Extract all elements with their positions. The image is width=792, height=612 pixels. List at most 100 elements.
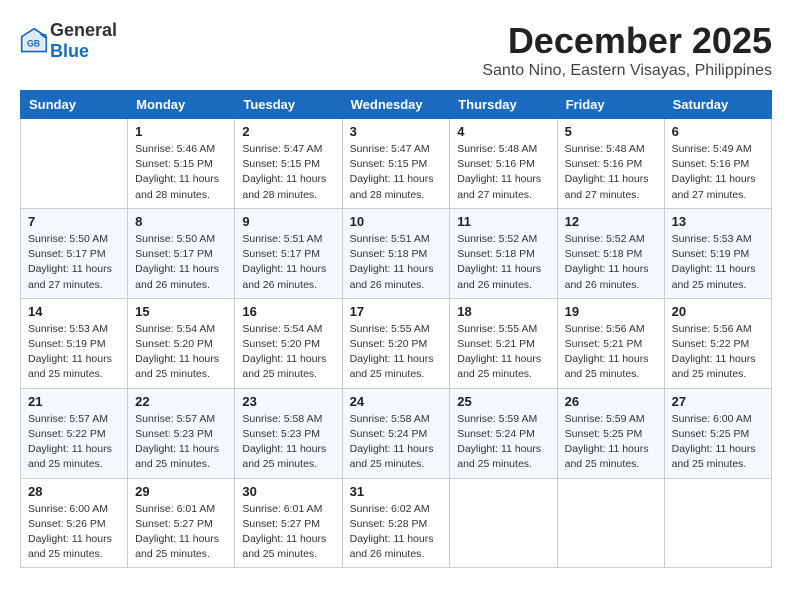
logo-general-text: General <box>50 20 117 40</box>
day-number: 23 <box>242 394 334 409</box>
svg-text:GB: GB <box>27 38 40 48</box>
calendar-header-row: SundayMondayTuesdayWednesdayThursdayFrid… <box>21 91 772 119</box>
day-number: 10 <box>350 214 443 229</box>
day-number: 11 <box>457 214 549 229</box>
calendar-cell: 23Sunrise: 5:58 AMSunset: 5:23 PMDayligh… <box>235 388 342 478</box>
cell-details: Sunrise: 5:50 AMSunset: 5:17 PMDaylight:… <box>28 232 120 293</box>
calendar-cell: 12 Sunrise: 5:52 AMSunset: 5:18 PMDayligh… <box>557 208 664 298</box>
calendar-cell: 27 Sunrise: 6:00 AMSunset: 5:25 PMDayligh… <box>664 388 771 478</box>
calendar-cell: 7 Sunrise: 5:50 AMSunset: 5:17 PMDaylight… <box>21 208 128 298</box>
logo-blue-text: Blue <box>50 41 89 61</box>
day-number: 4 <box>457 124 549 139</box>
cell-details: Sunrise: 5:47 AMSunset: 5:15 PMDaylight:… <box>350 142 443 203</box>
weekday-header-wednesday: Wednesday <box>342 91 450 119</box>
title-block: December 2025 Santo Nino, Eastern Visaya… <box>482 20 772 80</box>
calendar-cell: 18 Sunrise: 5:55 AMSunset: 5:21 PMDayligh… <box>450 298 557 388</box>
calendar-cell <box>664 478 771 568</box>
day-number: 27 <box>672 394 764 409</box>
weekday-header-saturday: Saturday <box>664 91 771 119</box>
day-number: 31 <box>350 484 443 499</box>
logo-icon: GB <box>20 27 48 55</box>
calendar-cell: 11 Sunrise: 5:52 AMSunset: 5:18 PMDayligh… <box>450 208 557 298</box>
calendar-week-row: 21 Sunrise: 5:57 AMSunset: 5:22 PMDayligh… <box>21 388 772 478</box>
day-number: 16 <box>242 304 334 319</box>
day-number: 3 <box>350 124 443 139</box>
calendar-cell: 14 Sunrise: 5:53 AMSunset: 5:19 PMDayligh… <box>21 298 128 388</box>
calendar-cell: 1 Sunrise: 5:46 AMSunset: 5:15 PMDaylight… <box>128 119 235 209</box>
month-year-title: December 2025 <box>482 20 772 62</box>
day-number: 24 <box>350 394 443 409</box>
cell-details: Sunrise: 5:53 AMSunset: 5:19 PMDaylight:… <box>672 232 764 293</box>
day-number: 14 <box>28 304 120 319</box>
calendar-cell: 24Sunrise: 5:58 AMSunset: 5:24 PMDayligh… <box>342 388 450 478</box>
day-number: 28 <box>28 484 120 499</box>
cell-details: Sunrise: 6:02 AMSunset: 5:28 PMDaylight:… <box>350 502 443 563</box>
calendar-cell: 5 Sunrise: 5:48 AMSunset: 5:16 PMDaylight… <box>557 119 664 209</box>
cell-details: Sunrise: 5:56 AMSunset: 5:21 PMDaylight:… <box>565 322 657 383</box>
cell-details: Sunrise: 6:00 AMSunset: 5:26 PMDaylight:… <box>28 502 120 563</box>
calendar-week-row: 28 Sunrise: 6:00 AMSunset: 5:26 PMDayligh… <box>21 478 772 568</box>
cell-details: Sunrise: 5:52 AMSunset: 5:18 PMDaylight:… <box>565 232 657 293</box>
calendar-cell: 31 Sunrise: 6:02 AMSunset: 5:28 PMDayligh… <box>342 478 450 568</box>
calendar-cell: 19 Sunrise: 5:56 AMSunset: 5:21 PMDayligh… <box>557 298 664 388</box>
cell-details: Sunrise: 5:54 AMSunset: 5:20 PMDaylight:… <box>135 322 227 383</box>
day-number: 15 <box>135 304 227 319</box>
calendar-cell: 6Sunrise: 5:49 AMSunset: 5:16 PMDaylight… <box>664 119 771 209</box>
day-number: 7 <box>28 214 120 229</box>
cell-details: Sunrise: 5:52 AMSunset: 5:18 PMDaylight:… <box>457 232 549 293</box>
cell-details: Sunrise: 5:48 AMSunset: 5:16 PMDaylight:… <box>457 142 549 203</box>
day-number: 19 <box>565 304 657 319</box>
calendar-table: SundayMondayTuesdayWednesdayThursdayFrid… <box>20 90 772 568</box>
cell-details: Sunrise: 6:01 AMSunset: 5:27 PMDaylight:… <box>242 502 334 563</box>
calendar-cell: 10Sunrise: 5:51 AMSunset: 5:18 PMDayligh… <box>342 208 450 298</box>
weekday-header-monday: Monday <box>128 91 235 119</box>
calendar-week-row: 14 Sunrise: 5:53 AMSunset: 5:19 PMDayligh… <box>21 298 772 388</box>
calendar-cell: 29Sunrise: 6:01 AMSunset: 5:27 PMDayligh… <box>128 478 235 568</box>
calendar-cell: 4 Sunrise: 5:48 AMSunset: 5:16 PMDaylight… <box>450 119 557 209</box>
cell-details: Sunrise: 6:01 AMSunset: 5:27 PMDaylight:… <box>135 502 227 563</box>
cell-details: Sunrise: 5:51 AMSunset: 5:17 PMDaylight:… <box>242 232 334 293</box>
calendar-week-row: 1 Sunrise: 5:46 AMSunset: 5:15 PMDaylight… <box>21 119 772 209</box>
day-number: 8 <box>135 214 227 229</box>
calendar-cell: 21 Sunrise: 5:57 AMSunset: 5:22 PMDayligh… <box>21 388 128 478</box>
cell-details: Sunrise: 5:46 AMSunset: 5:15 PMDaylight:… <box>135 142 227 203</box>
day-number: 12 <box>565 214 657 229</box>
calendar-cell <box>21 119 128 209</box>
calendar-cell: 20 Sunrise: 5:56 AMSunset: 5:22 PMDayligh… <box>664 298 771 388</box>
weekday-header-sunday: Sunday <box>21 91 128 119</box>
day-number: 5 <box>565 124 657 139</box>
cell-details: Sunrise: 5:53 AMSunset: 5:19 PMDaylight:… <box>28 322 120 383</box>
calendar-cell: 28 Sunrise: 6:00 AMSunset: 5:26 PMDayligh… <box>21 478 128 568</box>
day-number: 18 <box>457 304 549 319</box>
calendar-cell: 9 Sunrise: 5:51 AMSunset: 5:17 PMDaylight… <box>235 208 342 298</box>
cell-details: Sunrise: 5:47 AMSunset: 5:15 PMDaylight:… <box>242 142 334 203</box>
cell-details: Sunrise: 5:55 AMSunset: 5:21 PMDaylight:… <box>457 322 549 383</box>
weekday-header-tuesday: Tuesday <box>235 91 342 119</box>
cell-details: Sunrise: 5:57 AMSunset: 5:23 PMDaylight:… <box>135 412 227 473</box>
cell-details: Sunrise: 6:00 AMSunset: 5:25 PMDaylight:… <box>672 412 764 473</box>
weekday-header-friday: Friday <box>557 91 664 119</box>
location-subtitle: Santo Nino, Eastern Visayas, Philippines <box>482 62 772 80</box>
cell-details: Sunrise: 5:59 AMSunset: 5:25 PMDaylight:… <box>565 412 657 473</box>
day-number: 20 <box>672 304 764 319</box>
cell-details: Sunrise: 5:56 AMSunset: 5:22 PMDaylight:… <box>672 322 764 383</box>
calendar-cell: 26Sunrise: 5:59 AMSunset: 5:25 PMDayligh… <box>557 388 664 478</box>
day-number: 25 <box>457 394 549 409</box>
day-number: 22 <box>135 394 227 409</box>
day-number: 2 <box>242 124 334 139</box>
page-header: GB General Blue December 2025 Santo Nino… <box>20 20 772 80</box>
calendar-cell: 30 Sunrise: 6:01 AMSunset: 5:27 PMDayligh… <box>235 478 342 568</box>
day-number: 21 <box>28 394 120 409</box>
calendar-cell: 16Sunrise: 5:54 AMSunset: 5:20 PMDayligh… <box>235 298 342 388</box>
calendar-cell: 25 Sunrise: 5:59 AMSunset: 5:24 PMDayligh… <box>450 388 557 478</box>
calendar-week-row: 7 Sunrise: 5:50 AMSunset: 5:17 PMDaylight… <box>21 208 772 298</box>
day-number: 13 <box>672 214 764 229</box>
cell-details: Sunrise: 5:57 AMSunset: 5:22 PMDaylight:… <box>28 412 120 473</box>
day-number: 9 <box>242 214 334 229</box>
logo: GB General Blue <box>20 20 117 62</box>
cell-details: Sunrise: 5:48 AMSunset: 5:16 PMDaylight:… <box>565 142 657 203</box>
day-number: 30 <box>242 484 334 499</box>
day-number: 1 <box>135 124 227 139</box>
cell-details: Sunrise: 5:59 AMSunset: 5:24 PMDaylight:… <box>457 412 549 473</box>
calendar-cell <box>557 478 664 568</box>
